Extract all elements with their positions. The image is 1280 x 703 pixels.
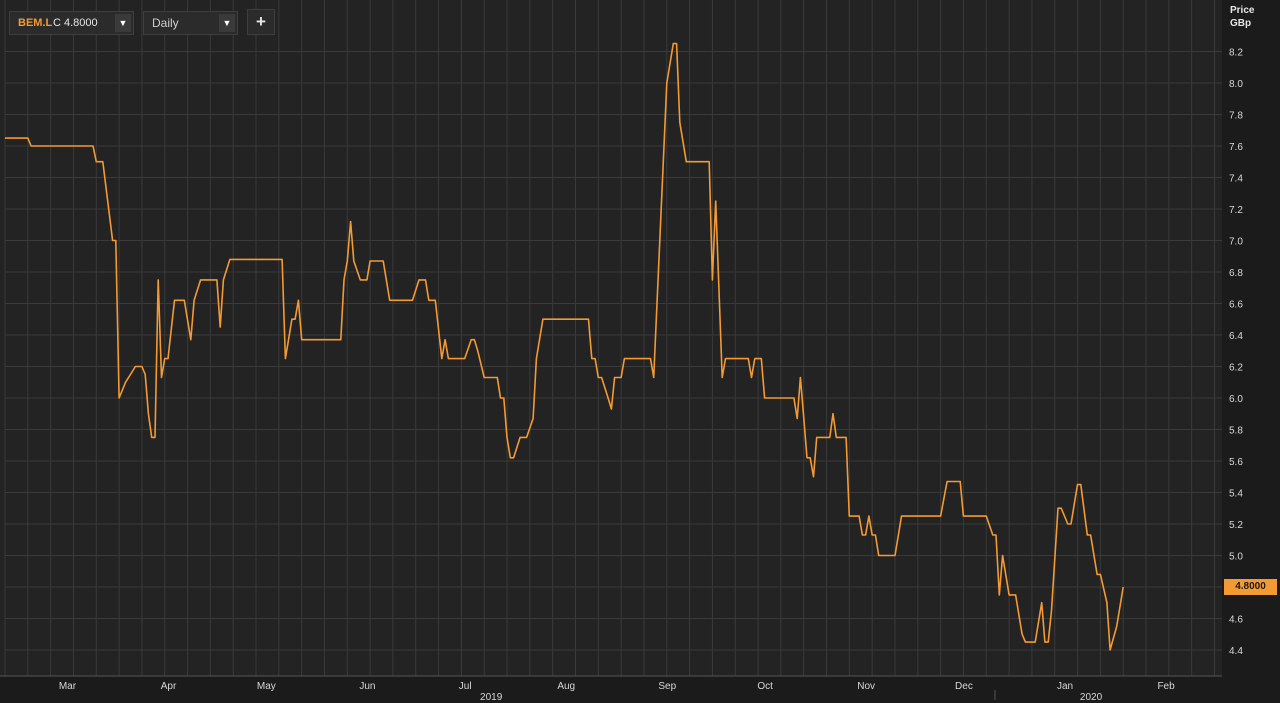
- close-price-label: C 4.8000: [53, 17, 98, 29]
- x-month-label: Jul: [459, 681, 472, 692]
- y-tick-label: 7.6: [1229, 142, 1243, 153]
- y-axis-title: Price GBp: [1230, 4, 1254, 30]
- y-axis-title-line2: GBp: [1230, 18, 1252, 29]
- interval-label: Daily: [152, 16, 179, 30]
- y-tick-label: 8.2: [1229, 48, 1243, 59]
- add-study-button[interactable]: +: [247, 9, 275, 35]
- x-month-label: Apr: [161, 681, 177, 692]
- y-axis-title-line1: Price: [1230, 5, 1255, 16]
- y-tick-label: 7.2: [1229, 205, 1243, 216]
- y-tick-label: 6.6: [1229, 300, 1243, 311]
- ticker-selector[interactable]: BEM.L C 4.8000 ▼: [9, 11, 134, 35]
- ticker-symbol: BEM.L: [18, 17, 53, 29]
- y-tick-label: 5.2: [1229, 520, 1243, 531]
- x-month-label: Nov: [857, 681, 875, 692]
- y-tick-label: 4.6: [1229, 615, 1243, 626]
- x-year-label: 2019: [480, 692, 503, 703]
- x-month-label: May: [257, 681, 276, 692]
- y-tick-label: 6.0: [1229, 394, 1243, 405]
- price-line: [5, 42, 1124, 651]
- y-tick-label: 6.4: [1229, 331, 1243, 342]
- x-month-label: Oct: [757, 681, 773, 692]
- y-tick-label: 5.6: [1229, 457, 1243, 468]
- last-price-badge: 4.8000: [1224, 579, 1277, 595]
- x-month-label: Aug: [557, 681, 575, 692]
- chevron-down-icon[interactable]: ▼: [115, 14, 131, 32]
- y-tick-label: 5.4: [1229, 489, 1243, 500]
- x-month-label: Dec: [955, 681, 973, 692]
- y-tick-label: 7.8: [1229, 111, 1243, 122]
- x-month-label: Feb: [1157, 681, 1175, 692]
- y-tick-label: 7.0: [1229, 237, 1243, 248]
- y-tick-label: 7.4: [1229, 174, 1243, 185]
- y-tick-label: 4.4: [1229, 646, 1243, 657]
- price-chart[interactable]: 4.44.64.85.05.25.45.65.86.06.26.46.66.87…: [0, 0, 1280, 703]
- y-tick-label: 5.0: [1229, 552, 1243, 563]
- x-month-label: Jan: [1057, 681, 1073, 692]
- y-tick-label: 6.2: [1229, 363, 1243, 374]
- y-tick-label: 8.0: [1229, 79, 1243, 90]
- interval-dropdown[interactable]: Daily ▼: [143, 11, 238, 35]
- x-month-label: Sep: [658, 681, 676, 692]
- y-tick-label: 5.8: [1229, 426, 1243, 437]
- x-month-label: Mar: [59, 681, 77, 692]
- x-month-label: Jun: [359, 681, 375, 692]
- x-year-label: 2020: [1080, 692, 1103, 703]
- y-tick-label: 6.8: [1229, 268, 1243, 279]
- chevron-down-icon[interactable]: ▼: [219, 14, 235, 32]
